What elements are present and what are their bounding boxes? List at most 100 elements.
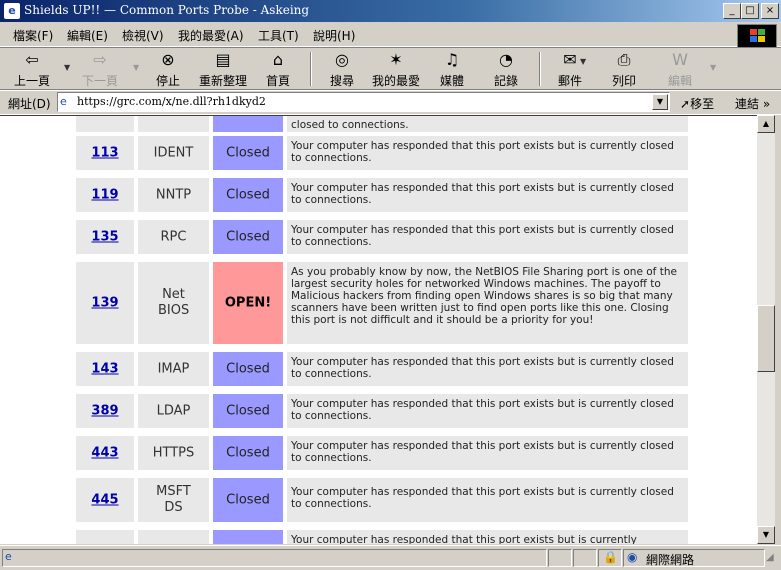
address-url[interactable]: https://grc.com/x/ne.dll?rh1dkyd2 xyxy=(77,95,266,108)
stop-button[interactable]: ⊗ 停止 xyxy=(148,51,188,89)
edit-dropdown-icon[interactable]: ▼ xyxy=(710,63,716,72)
print-button[interactable]: ⎙ 列印 xyxy=(604,51,644,89)
edit-button[interactable]: W 編輯 xyxy=(660,51,700,89)
port-link[interactable]: 139 xyxy=(91,296,118,311)
menu-file[interactable]: 檔案(F) xyxy=(13,27,53,44)
back-button[interactable]: ⇦ 上一頁 xyxy=(10,51,54,89)
service-name: MSFT DS xyxy=(156,484,191,515)
home-icon: ⌂ xyxy=(272,50,284,69)
menu-edit[interactable]: 編輯(E) xyxy=(67,27,108,44)
port-cell: 113 xyxy=(76,136,134,170)
status-cell: Closed xyxy=(213,220,283,254)
port-cell: 139 xyxy=(76,262,134,344)
table-row: 139 Net BIOS OPEN! As you probably know … xyxy=(0,262,757,344)
address-input[interactable]: e https://grc.com/x/ne.dll?rh1dkyd2 ▼ xyxy=(57,92,670,112)
forward-button[interactable]: ⇨ 下一頁 xyxy=(78,51,122,89)
page-content: closed to connections. 113 IDENT Closed … xyxy=(0,115,757,544)
status-panel xyxy=(548,549,572,567)
description-text: Your computer has responded that this po… xyxy=(291,182,674,206)
windows-logo-icon xyxy=(737,24,777,48)
table-row: closed to connections. xyxy=(0,116,757,132)
port-cell: 143 xyxy=(76,352,134,386)
scroll-thumb[interactable] xyxy=(757,305,775,372)
port-link[interactable]: 135 xyxy=(91,230,118,245)
service-cell: IDENT xyxy=(138,136,209,170)
port-link[interactable]: 389 xyxy=(91,404,118,419)
port-link[interactable]: 143 xyxy=(91,362,118,377)
description-cell: Your computer has responded that this po… xyxy=(287,436,688,470)
menu-view[interactable]: 檢視(V) xyxy=(122,27,164,44)
description-text: Your computer has responded that this po… xyxy=(291,140,674,164)
media-label: 媒體 xyxy=(439,74,464,88)
status-cell: Closed xyxy=(213,478,283,522)
forward-dropdown-icon[interactable]: ▼ xyxy=(133,63,139,72)
scroll-up-icon[interactable]: ▲ xyxy=(757,115,775,133)
menu-help[interactable]: 說明(H) xyxy=(313,27,355,44)
port-cell: 135 xyxy=(76,220,134,254)
close-button[interactable]: × xyxy=(761,3,779,19)
mail-dropdown-icon[interactable]: ▼ xyxy=(580,57,586,66)
service-cell: LDAP xyxy=(138,394,209,428)
status-label: Closed xyxy=(226,361,270,377)
menu-bar: 檔案(F) 編輯(E) 檢視(V) 我的最愛(A) 工具(T) 說明(H) xyxy=(0,22,781,47)
description-text: Your computer has responded that this po… xyxy=(291,398,674,422)
port-cell xyxy=(76,116,134,132)
refresh-button[interactable]: ▤ 重新整理 xyxy=(196,51,250,89)
toolbar: ⇦ 上一頁 ▼ ⇨ 下一頁 ▼ ⊗ 停止 ▤ 重新整理 ⌂ 首頁 ◎ 搜尋 ✶ … xyxy=(0,47,781,91)
status-cell: OPEN! xyxy=(213,262,283,344)
vertical-scrollbar[interactable]: ▲ ▼ xyxy=(757,115,775,544)
status-text-panel: e xyxy=(2,549,547,567)
go-button[interactable]: ➚移至 xyxy=(680,95,714,112)
description-cell: Your computer has responded that this po… xyxy=(287,220,688,254)
refresh-icon: ▤ xyxy=(215,50,231,69)
status-label: Closed xyxy=(226,403,270,419)
favorites-button[interactable]: ✶ 我的最愛 xyxy=(368,51,424,89)
port-link[interactable]: 119 xyxy=(91,188,118,203)
service-name: NNTP xyxy=(155,187,192,203)
edit-label: 編輯 xyxy=(667,74,692,88)
description-text: As you probably know by now, the NetBIOS… xyxy=(291,266,677,326)
back-dropdown-icon[interactable]: ▼ xyxy=(64,63,70,72)
resize-grip-icon[interactable]: ◢ xyxy=(766,552,774,563)
description-cell: Your computer has responded that this po… xyxy=(287,530,688,544)
search-button[interactable]: ◎ 搜尋 xyxy=(322,51,362,89)
toolbar-separator xyxy=(310,52,312,86)
description-text: Your computer has responded that this po… xyxy=(291,224,674,248)
links-button[interactable]: 連結 » xyxy=(735,95,770,112)
port-cell xyxy=(76,530,134,544)
go-label: 移至 xyxy=(690,97,715,111)
window-frame xyxy=(775,115,781,544)
port-link[interactable]: 443 xyxy=(91,446,118,461)
port-cell: 443 xyxy=(76,436,134,470)
menu-favorites[interactable]: 我的最愛(A) xyxy=(178,27,244,44)
service-cell: MSFT DS xyxy=(138,478,209,522)
menu-tools[interactable]: 工具(T) xyxy=(258,27,299,44)
status-label: Closed xyxy=(226,229,270,245)
media-button[interactable]: ♫ 媒體 xyxy=(432,51,472,89)
status-cell xyxy=(213,116,283,132)
refresh-label: 重新整理 xyxy=(198,74,247,88)
favorites-label: 我的最愛 xyxy=(371,74,420,88)
table-row: 113 IDENT Closed Your computer has respo… xyxy=(0,136,757,170)
table-row: 443 HTTPS Closed Your computer has respo… xyxy=(0,436,757,470)
address-dropdown-icon[interactable]: ▼ xyxy=(652,94,668,110)
search-label: 搜尋 xyxy=(329,74,354,88)
scroll-down-icon[interactable]: ▼ xyxy=(757,526,775,544)
maximize-button[interactable]: □ xyxy=(741,3,759,19)
globe-icon: ◉ xyxy=(627,550,638,564)
port-link[interactable]: 445 xyxy=(91,493,118,508)
status-panel: 🔒 xyxy=(598,549,622,567)
home-button[interactable]: ⌂ 首頁 xyxy=(258,51,298,89)
search-icon: ◎ xyxy=(335,50,349,69)
favorites-icon: ✶ xyxy=(389,50,403,69)
service-cell: NNTP xyxy=(138,178,209,212)
service-name: Net BIOS xyxy=(158,287,190,318)
service-name: RPC xyxy=(160,229,187,245)
stop-label: 停止 xyxy=(155,74,180,88)
table-row: Your computer has responded that this po… xyxy=(0,530,757,544)
minimize-button[interactable]: _ xyxy=(723,3,741,19)
service-name: HTTPS xyxy=(152,445,195,461)
port-link[interactable]: 113 xyxy=(91,146,118,161)
print-icon: ⎙ xyxy=(617,50,631,69)
history-button[interactable]: ◔ 記錄 xyxy=(486,51,526,89)
